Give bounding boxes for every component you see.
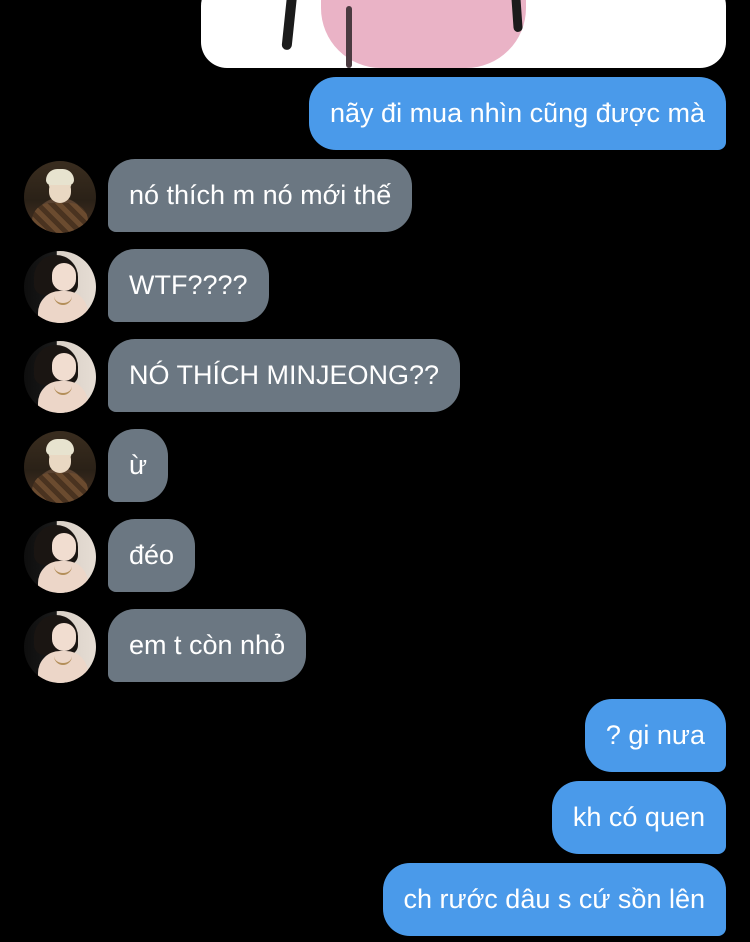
user-avatar-female[interactable] <box>24 251 96 323</box>
sent-message-bubble[interactable]: nãy đi mua nhìn cũng được mà <box>309 77 726 150</box>
sent-message-bubble[interactable]: ch rước dâu s cứ sồn lên <box>382 863 726 936</box>
user-avatar-male[interactable] <box>24 431 96 503</box>
image-line-stroke <box>281 0 299 51</box>
user-avatar-male[interactable] <box>24 161 96 233</box>
sent-message-bubble[interactable]: ? gi nưa <box>584 699 726 772</box>
received-message-bubble[interactable]: nó thích m nó mới thế <box>108 159 413 232</box>
user-avatar-female[interactable] <box>24 611 96 683</box>
received-message-bubble[interactable]: đéo <box>108 519 196 592</box>
shared-image-message[interactable] <box>201 0 726 68</box>
sent-message-bubble[interactable]: kh có quen <box>551 781 726 854</box>
received-message-bubble[interactable]: em t còn nhỏ <box>108 609 307 682</box>
image-line-stroke <box>346 6 352 68</box>
received-message-bubble[interactable]: NÓ THÍCH MINJEONG?? <box>108 339 461 412</box>
received-message-bubble[interactable]: ừ <box>108 429 169 502</box>
user-avatar-female[interactable] <box>24 341 96 413</box>
user-avatar-female[interactable] <box>24 521 96 593</box>
received-message-bubble[interactable]: WTF???? <box>108 249 269 322</box>
